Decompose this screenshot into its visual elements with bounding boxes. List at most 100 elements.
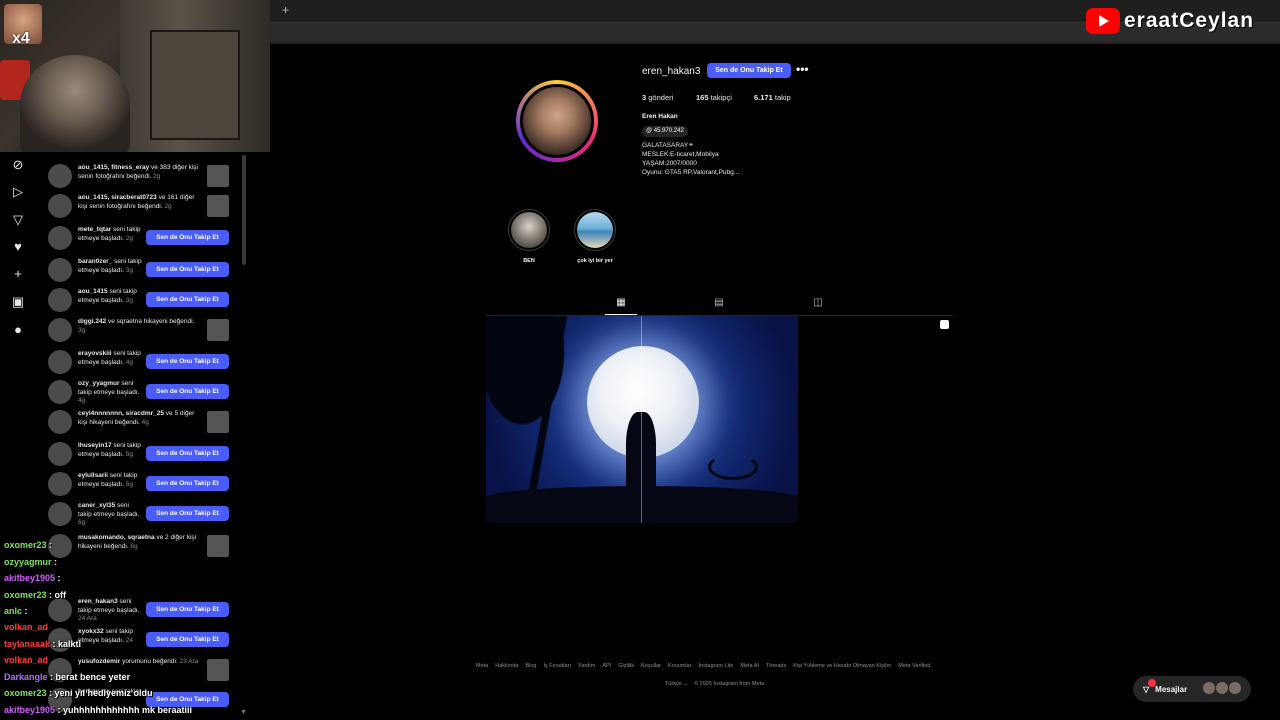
new-tab-button[interactable]: + bbox=[282, 3, 289, 17]
footer-link[interactable]: Yardım bbox=[578, 663, 595, 669]
highlight-cok-iyi-bir-yer[interactable] bbox=[574, 209, 616, 251]
follow-back-button[interactable]: Sen de Onu Takip Et bbox=[146, 292, 229, 307]
messages-icon[interactable]: ▽ bbox=[10, 212, 26, 228]
post-thumbnail[interactable] bbox=[207, 411, 229, 433]
avatar[interactable] bbox=[48, 442, 72, 466]
notifications-heart-icon[interactable]: ♥ bbox=[10, 239, 26, 255]
footer-link[interactable]: İş Fırsatları bbox=[544, 663, 572, 669]
notification-item[interactable]: erayovskiii seni takip etmeye başladı. 4… bbox=[36, 348, 250, 376]
reels-tab-icon[interactable]: ▤ bbox=[713, 297, 725, 309]
notification-item[interactable]: ozy_yyagmur seni takip etmeye başladı. 4… bbox=[36, 378, 250, 406]
chat-username[interactable]: volkan_ad bbox=[4, 622, 48, 632]
notification-user[interactable]: ceyl4nnnnnnn, siracdmr_25 bbox=[78, 410, 164, 417]
chat-username[interactable]: akifbey1905 bbox=[4, 705, 55, 715]
follow-back-button[interactable]: Sen de Onu Takip Et bbox=[146, 354, 229, 369]
post-dark[interactable] bbox=[798, 316, 953, 523]
post-thumbnail[interactable] bbox=[207, 165, 229, 187]
messages-avatars bbox=[1203, 682, 1241, 694]
avatar[interactable] bbox=[48, 226, 72, 250]
notification-item[interactable]: aou_1415 seni takip etmeye başladı. 3g Se… bbox=[36, 286, 250, 314]
notification-item[interactable]: eylullsarii seni takip etmeye başladı. 5… bbox=[36, 470, 250, 498]
following-stat[interactable]: 6.171 takip bbox=[754, 93, 791, 102]
notification-user[interactable]: caner_xyl35 bbox=[78, 502, 115, 509]
followers-stat[interactable]: 165 takipçi bbox=[696, 93, 732, 102]
notification-item[interactable]: diggi.242 ve sqraetna hikayeni beğendi. … bbox=[36, 316, 250, 344]
footer-link[interactable]: API bbox=[602, 663, 611, 669]
notification-user[interactable]: aou_1415, fitness_eray bbox=[78, 164, 149, 171]
post-thumbnail[interactable] bbox=[207, 195, 229, 217]
chat-username[interactable]: Darkangle bbox=[4, 672, 48, 682]
chat-username[interactable]: ozyyagmur bbox=[4, 557, 52, 567]
footer-link[interactable]: Konumlar bbox=[668, 663, 692, 669]
chat-username[interactable]: volkan_ad bbox=[4, 655, 48, 665]
chat-username[interactable]: oxomer23 bbox=[4, 688, 47, 698]
profile-avatar-icon[interactable]: ● bbox=[10, 322, 26, 338]
avatar bbox=[1229, 682, 1241, 694]
avatar[interactable] bbox=[48, 288, 72, 312]
follow-back-button[interactable]: Sen de Onu Takip Et bbox=[146, 476, 229, 491]
chat-username[interactable]: akifbey1905 bbox=[4, 573, 55, 583]
footer-links: Meta Hakkında Blog İş Fırsatları Yardım API Gi… bbox=[476, 663, 937, 669]
notification-item[interactable]: caner_xyl35 seni takip etmeye başladı. 6… bbox=[36, 500, 250, 528]
footer-link[interactable]: Threads bbox=[766, 663, 786, 669]
chat-username[interactable]: oxomer23 bbox=[4, 590, 47, 600]
notifications-scrollbar[interactable] bbox=[242, 155, 246, 265]
chat-username[interactable]: taylanaaak bbox=[4, 639, 50, 649]
footer-link[interactable]: Koşullar bbox=[641, 663, 661, 669]
reels-icon[interactable]: ▷ bbox=[10, 184, 26, 200]
avatar[interactable] bbox=[48, 194, 72, 218]
notification-user[interactable]: eylullsarii bbox=[78, 472, 108, 479]
chat-username[interactable]: oxomer23 bbox=[4, 540, 47, 550]
avatar[interactable] bbox=[48, 472, 72, 496]
dashboard-icon[interactable]: ▣ bbox=[10, 294, 26, 310]
follow-back-button[interactable]: Sen de Onu Takip Et bbox=[146, 230, 229, 245]
notification-user[interactable]: erayovskiii bbox=[78, 350, 112, 357]
notification-item[interactable]: ceyl4nnnnnnn, siracdmr_25 ve 5 diğer kiş… bbox=[36, 408, 250, 436]
tagged-tab-icon[interactable]: ◫ bbox=[812, 297, 824, 309]
footer-link[interactable]: Blog bbox=[525, 663, 536, 669]
footer-link[interactable]: Kişi Yükleme ve Hesabı Olmayan Kişiler bbox=[793, 663, 891, 669]
notification-item[interactable]: aou_1415, siracberat0723 ve 161 diğer ki… bbox=[36, 192, 250, 220]
create-plus-icon[interactable]: + bbox=[10, 266, 26, 282]
notification-user[interactable]: diggi.242 bbox=[78, 318, 106, 325]
notification-time: 5g bbox=[125, 450, 133, 458]
footer-link[interactable]: Gizlilik bbox=[618, 663, 634, 669]
notification-user[interactable]: aou_1415, siracberat0723 bbox=[78, 194, 157, 201]
post-moonlight-couple[interactable] bbox=[486, 316, 798, 523]
avatar[interactable] bbox=[48, 502, 72, 526]
follow-back-button[interactable]: Sen de Onu Takip Et bbox=[146, 384, 229, 399]
avatar[interactable] bbox=[48, 164, 72, 188]
follow-back-button[interactable]: Sen de Onu Takip Et bbox=[146, 506, 229, 521]
follow-back-button[interactable]: Sen de Onu Takip Et bbox=[146, 446, 229, 461]
posts-grid-tab-icon[interactable]: ▦ bbox=[615, 297, 627, 309]
post-thumbnail[interactable] bbox=[207, 319, 229, 341]
threads-badge[interactable]: @ 45.970.242 bbox=[642, 126, 688, 137]
avatar[interactable] bbox=[48, 380, 72, 404]
language-select[interactable]: Türkçe ⌄ bbox=[665, 681, 688, 687]
footer-link[interactable]: Meta Verified bbox=[898, 663, 930, 669]
chat-username[interactable]: anlc bbox=[4, 606, 22, 616]
notification-user[interactable]: aou_1415 bbox=[78, 288, 108, 295]
notification-item[interactable]: baran0zer_ seni takip etmeye başladı. 3g… bbox=[36, 256, 250, 284]
notification-user[interactable]: baran0zer_ bbox=[78, 258, 112, 265]
profile-picture[interactable] bbox=[520, 84, 594, 158]
notification-user[interactable]: ozy_yyagmur bbox=[78, 380, 120, 387]
explore-icon[interactable]: ⊘ bbox=[10, 157, 26, 173]
notification-user[interactable]: mete_tqtar bbox=[78, 226, 111, 233]
profile-follow-button[interactable]: Sen de Onu Takip Et bbox=[707, 63, 791, 78]
avatar[interactable] bbox=[48, 318, 72, 342]
notification-item[interactable]: lhuseyin17 seni takip etmeye başladı. 5g… bbox=[36, 440, 250, 468]
footer-link[interactable]: Hakkında bbox=[495, 663, 518, 669]
notification-item[interactable]: aou_1415, fitness_eray ve 383 diğer kişi… bbox=[36, 162, 250, 190]
footer-link[interactable]: Meta bbox=[476, 663, 488, 669]
avatar[interactable] bbox=[48, 258, 72, 282]
footer-link[interactable]: Meta AI bbox=[740, 663, 759, 669]
footer-link[interactable]: Instagram Lite bbox=[699, 663, 734, 669]
notification-item[interactable]: mete_tqtar seni takip etmeye başladı. 2g… bbox=[36, 224, 250, 252]
highlight-ben[interactable] bbox=[508, 209, 550, 251]
avatar[interactable] bbox=[48, 410, 72, 434]
notification-user[interactable]: lhuseyin17 bbox=[78, 442, 112, 449]
follow-back-button[interactable]: Sen de Onu Takip Et bbox=[146, 262, 229, 277]
avatar[interactable] bbox=[48, 350, 72, 374]
more-options-icon[interactable]: ••• bbox=[796, 62, 809, 76]
